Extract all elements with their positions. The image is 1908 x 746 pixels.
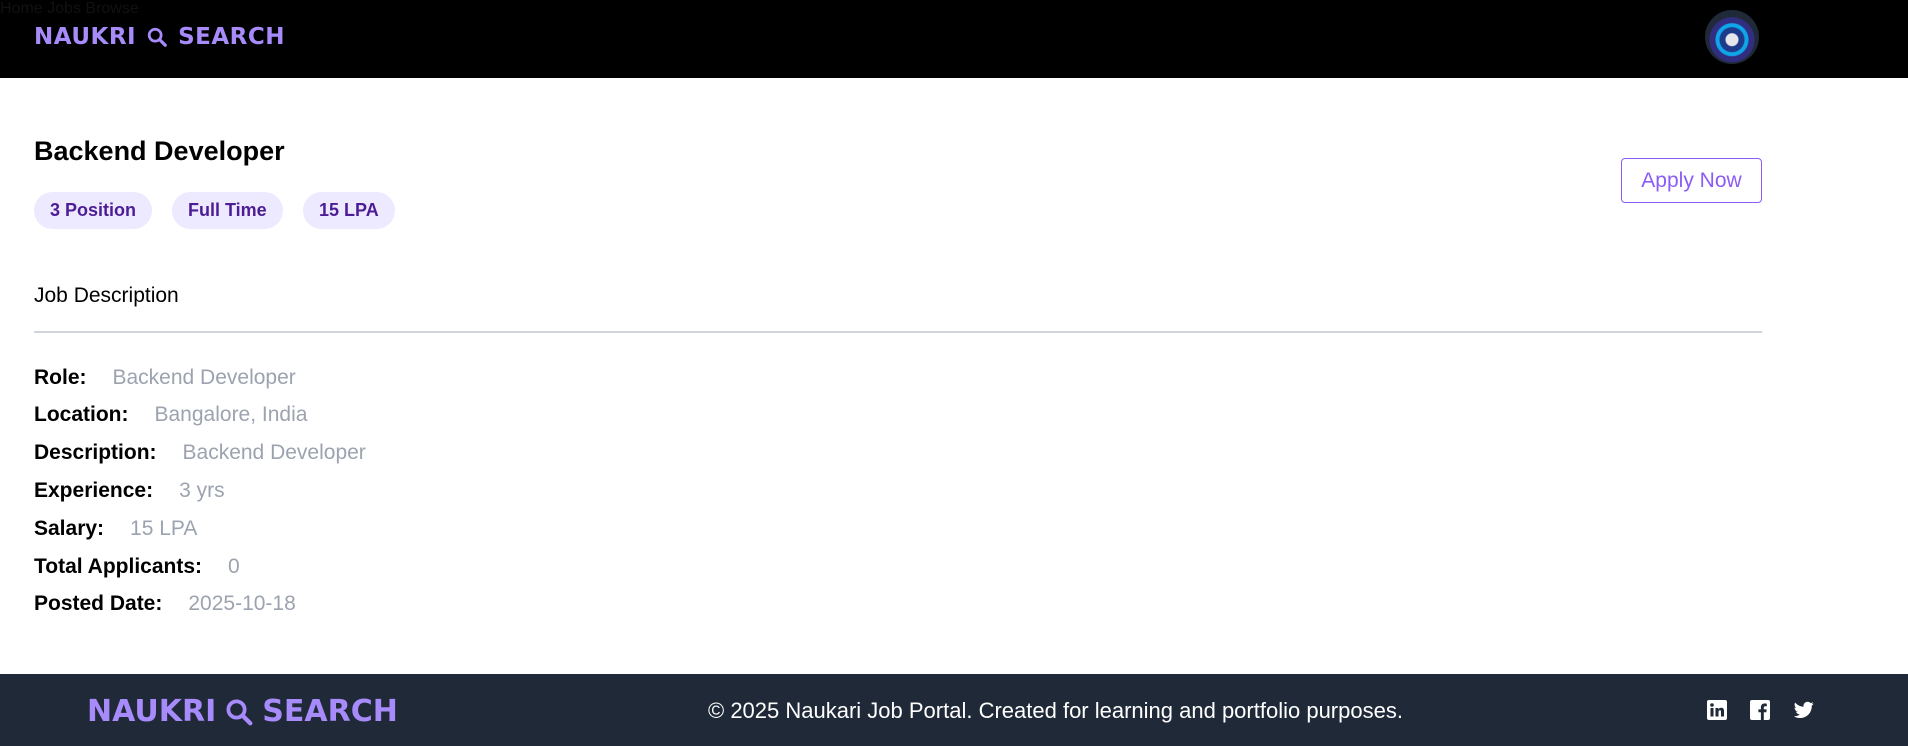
section-title-job-description: Job Description [34, 284, 179, 307]
detail-value: 0 [228, 555, 240, 578]
detail-value: Backend Developer [112, 366, 296, 389]
search-icon [226, 699, 253, 725]
nav-link-home[interactable]: Home [0, 0, 43, 17]
detail-label: Location: [34, 403, 129, 426]
brand-logo[interactable]: NAUKRI SEARCH [34, 24, 285, 50]
logo-text-naukri: NAUKRI [34, 24, 137, 50]
detail-total-applicants: Total Applicants: 0 [34, 555, 240, 579]
detail-value: 2025-10-18 [188, 592, 296, 615]
detail-label: Total Applicants: [34, 555, 202, 578]
user-avatar[interactable] [1705, 10, 1759, 64]
detail-value: Backend Developer [182, 441, 366, 464]
logo-text-search: SEARCH [178, 24, 286, 50]
main-nav: Home Jobs Browse [0, 0, 1908, 18]
badge-salary: 15 LPA [303, 192, 395, 229]
badge-positions: 3 Position [34, 192, 153, 229]
search-icon [147, 27, 167, 47]
apply-now-button[interactable]: Apply Now [1621, 158, 1762, 203]
detail-posted-date: Posted Date: 2025-10-18 [34, 592, 296, 616]
detail-label: Role: [34, 366, 87, 389]
nav-link-jobs[interactable]: Jobs [47, 0, 81, 17]
twitter-icon[interactable] [1794, 700, 1814, 720]
job-title: Backend Developer [34, 136, 285, 166]
detail-value: 3 yrs [179, 479, 225, 502]
site-footer: NAUKRI SEARCH © 2025 Naukari Job Portal.… [0, 674, 1908, 746]
footer-logo-text-naukri: NAUKRI [87, 694, 217, 729]
footer-logo-text-search: SEARCH [262, 694, 398, 729]
badge-job-type: Full Time [172, 192, 283, 229]
nav-link-browse[interactable]: Browse [85, 0, 138, 17]
detail-experience: Experience: 3 yrs [34, 479, 225, 503]
footer-copyright: © 2025 Naukari Job Portal. Created for l… [708, 698, 1403, 723]
top-navbar: NAUKRI SEARCH Home Jobs Browse [0, 0, 1908, 78]
facebook-icon[interactable] [1750, 700, 1770, 720]
detail-description: Description: Backend Developer [34, 441, 366, 465]
detail-label: Experience: [34, 479, 154, 502]
footer-brand-logo[interactable]: NAUKRI SEARCH [87, 694, 398, 729]
detail-role: Role: Backend Developer [34, 366, 296, 390]
detail-value: Bangalore, India [154, 403, 308, 426]
detail-salary: Salary: 15 LPA [34, 517, 197, 541]
detail-label: Description: [34, 441, 157, 464]
detail-label: Salary: [34, 517, 105, 540]
section-divider [34, 331, 1762, 333]
detail-value: 15 LPA [130, 517, 198, 540]
detail-location: Location: Bangalore, India [34, 403, 307, 427]
linkedin-icon[interactable] [1707, 700, 1727, 720]
detail-label: Posted Date: [34, 592, 163, 615]
